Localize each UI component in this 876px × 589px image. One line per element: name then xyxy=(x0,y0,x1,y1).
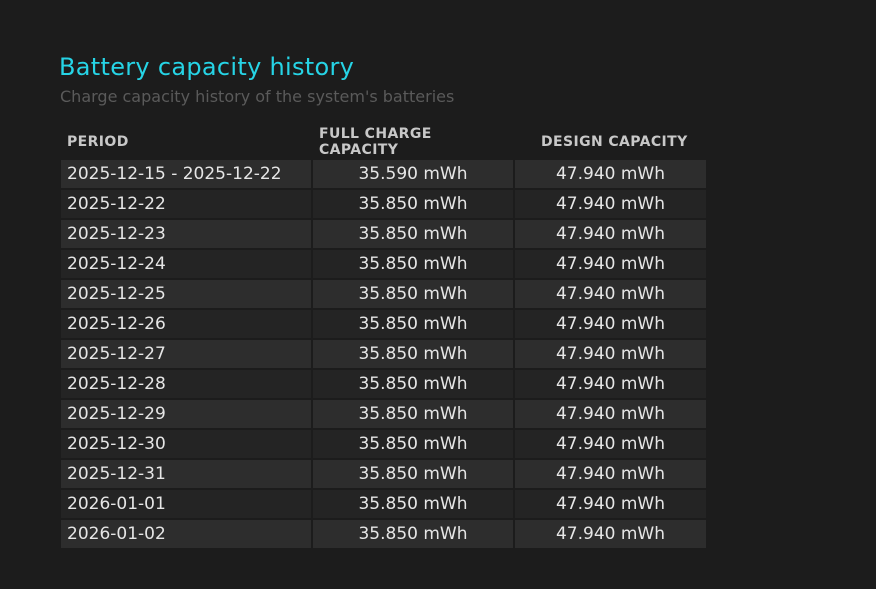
design-capacity-cell: 47.940 mWh xyxy=(515,430,706,458)
full-charge-capacity-cell: 35.850 mWh xyxy=(313,220,513,248)
design-capacity-cell: 47.940 mWh xyxy=(515,220,706,248)
table-row: 2025-12-26 35.850 mWh 47.940 mWh xyxy=(61,310,706,338)
design-capacity-cell: 47.940 mWh xyxy=(515,160,706,188)
full-charge-capacity-cell: 35.850 mWh xyxy=(313,430,513,458)
period-cell: 2026-01-02 xyxy=(61,520,311,548)
period-cell: 2025-12-29 xyxy=(61,400,311,428)
table-row: 2025-12-15 - 2025-12-22 35.590 mWh 47.940 … xyxy=(61,160,706,188)
table-row: 2025-12-29 35.850 mWh 47.940 mWh xyxy=(61,400,706,428)
full-charge-capacity-cell: 35.850 mWh xyxy=(313,310,513,338)
table-header-row: PERIOD FULL CHARGE CAPACITY DESIGN CAPAC… xyxy=(61,126,706,158)
period-cell: 2025-12-25 xyxy=(61,280,311,308)
design-capacity-cell: 47.940 mWh xyxy=(515,280,706,308)
design-capacity-cell: 47.940 mWh xyxy=(515,340,706,368)
column-header-full-charge-capacity: FULL CHARGE CAPACITY xyxy=(319,126,432,158)
table-row: 2025-12-24 35.850 mWh 47.940 mWh xyxy=(61,250,706,278)
full-charge-capacity-cell: 35.850 mWh xyxy=(313,460,513,488)
full-charge-capacity-cell: 35.850 mWh xyxy=(313,520,513,548)
section-title: Battery capacity history xyxy=(59,53,355,81)
design-capacity-cell: 47.940 mWh xyxy=(515,520,706,548)
period-cell: 2025-12-30 xyxy=(61,430,311,458)
design-capacity-cell: 47.940 mWh xyxy=(515,400,706,428)
period-cell: 2026-01-01 xyxy=(61,490,311,518)
table-row: 2025-12-22 35.850 mWh 47.940 mWh xyxy=(61,190,706,218)
period-cell: 2025-12-22 xyxy=(61,190,311,218)
full-charge-capacity-cell: 35.850 mWh xyxy=(313,370,513,398)
table-row: 2025-12-25 35.850 mWh 47.940 mWh xyxy=(61,280,706,308)
period-cell: 2025-12-15 - 2025-12-22 xyxy=(61,160,311,188)
period-cell: 2025-12-31 xyxy=(61,460,311,488)
period-cell: 2025-12-28 xyxy=(61,370,311,398)
period-cell: 2025-12-23 xyxy=(61,220,311,248)
table-row: 2026-01-02 35.850 mWh 47.940 mWh xyxy=(61,520,706,548)
section-subtitle: Charge capacity history of the system's … xyxy=(60,87,455,106)
full-charge-capacity-cell: 35.850 mWh xyxy=(313,400,513,428)
column-header-design-capacity: DESIGN CAPACITY xyxy=(541,134,688,150)
table-row: 2025-12-30 35.850 mWh 47.940 mWh xyxy=(61,430,706,458)
full-charge-capacity-cell: 35.850 mWh xyxy=(313,340,513,368)
full-charge-capacity-cell: 35.850 mWh xyxy=(313,250,513,278)
table-row: 2025-12-23 35.850 mWh 47.940 mWh xyxy=(61,220,706,248)
column-header-period: PERIOD xyxy=(67,134,129,150)
design-capacity-cell: 47.940 mWh xyxy=(515,460,706,488)
design-capacity-cell: 47.940 mWh xyxy=(515,250,706,278)
period-cell: 2025-12-27 xyxy=(61,340,311,368)
table-row: 2025-12-28 35.850 mWh 47.940 mWh xyxy=(61,370,706,398)
design-capacity-cell: 47.940 mWh xyxy=(515,310,706,338)
full-charge-capacity-cell: 35.850 mWh xyxy=(313,280,513,308)
design-capacity-cell: 47.940 mWh xyxy=(515,370,706,398)
capacity-history-table: PERIOD FULL CHARGE CAPACITY DESIGN CAPAC… xyxy=(59,124,708,550)
full-charge-capacity-cell: 35.850 mWh xyxy=(313,190,513,218)
design-capacity-cell: 47.940 mWh xyxy=(515,490,706,518)
table-row: 2025-12-31 35.850 mWh 47.940 mWh xyxy=(61,460,706,488)
table-row: 2025-12-27 35.850 mWh 47.940 mWh xyxy=(61,340,706,368)
period-cell: 2025-12-24 xyxy=(61,250,311,278)
full-charge-capacity-cell: 35.590 mWh xyxy=(313,160,513,188)
battery-report-page: Battery capacity history Charge capacity… xyxy=(0,0,876,589)
full-charge-capacity-cell: 35.850 mWh xyxy=(313,490,513,518)
period-cell: 2025-12-26 xyxy=(61,310,311,338)
design-capacity-cell: 47.940 mWh xyxy=(515,190,706,218)
table-row: 2026-01-01 35.850 mWh 47.940 mWh xyxy=(61,490,706,518)
